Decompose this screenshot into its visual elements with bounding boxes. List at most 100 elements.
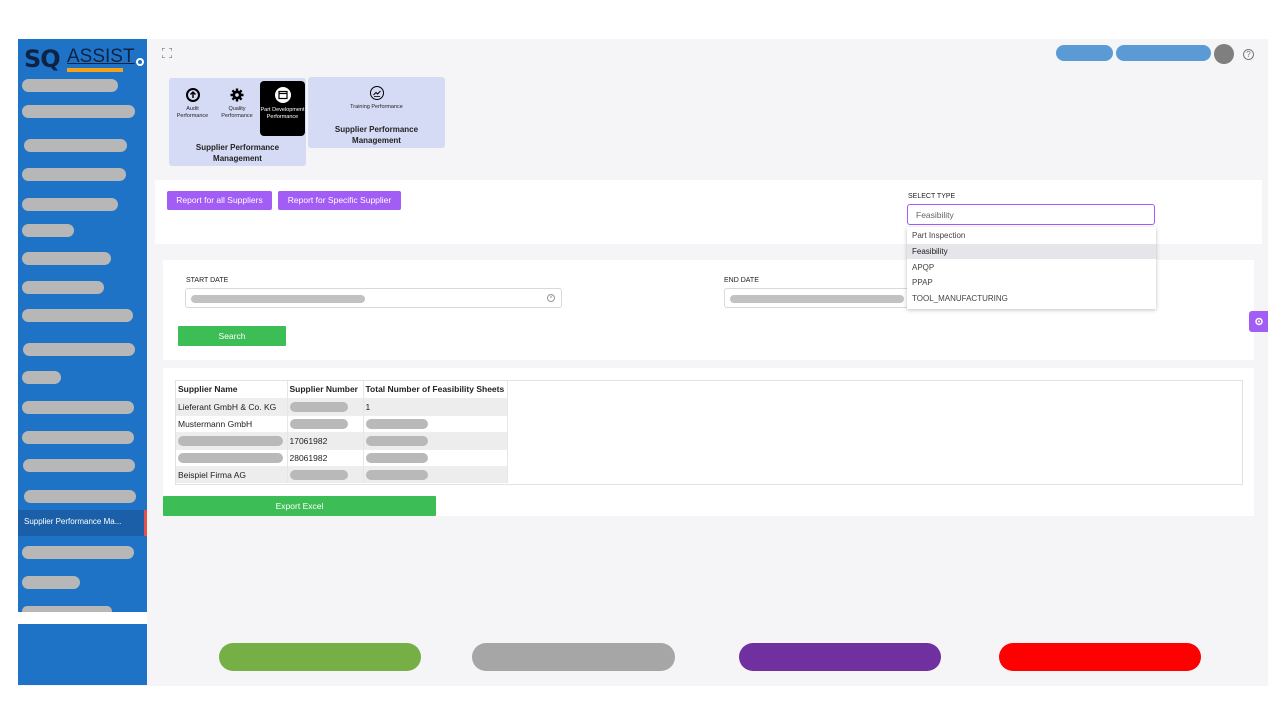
legend-pill-green [219,643,421,671]
sidebar-item-redacted[interactable] [22,431,134,444]
sidebar-item-redacted[interactable] [22,168,126,181]
table-row[interactable]: 17061982 [176,431,508,449]
redacted-value [289,401,348,412]
sidebar-item-redacted[interactable] [22,309,133,322]
sidebar-item-redacted[interactable] [24,490,136,503]
module-group-title: Supplier Performance Management [334,125,419,145]
redacted-value [289,470,348,481]
search-button[interactable]: Search [178,326,286,346]
sidebar-item-redacted[interactable] [22,281,104,294]
sidebar-item-redacted[interactable] [23,459,135,472]
redacted-value [178,435,283,446]
supplier-number-cell: 28061982 [287,448,364,466]
supplier-number-cell [287,414,364,432]
redacted-value [289,418,348,429]
module-part-development-performance[interactable]: Part Development Performance [260,81,305,136]
clear-icon[interactable]: × [547,294,555,302]
module-training-performance[interactable]: Training Performance [338,86,415,116]
total-sheets-cell: 1 [363,397,508,415]
legend-pill-red [999,643,1201,671]
total-sheets-cell [363,431,508,449]
select-type-dropdown[interactable]: Feasibility [907,204,1155,225]
upload-circle-icon [185,88,200,102]
top-menu-redacted[interactable] [1116,45,1211,61]
sidebar-item-redacted[interactable] [22,105,135,118]
report-specific-supplier-button[interactable]: Report for Specific Supplier [278,191,401,210]
top-menu-redacted[interactable] [1056,45,1113,61]
avatar[interactable] [1214,44,1234,64]
window-icon [274,87,291,103]
module-label: Training Performance [350,104,403,110]
redacted-value [178,452,283,463]
logo-sq: SQ [24,45,61,73]
logo-assist: ASSIST [67,46,135,67]
module-audit-performance[interactable]: Audit Performance [172,85,213,137]
gear-icon [1255,317,1263,326]
gear-icon [230,88,244,102]
table-row[interactable]: 28061982 [176,448,508,466]
sidebar-item-redacted[interactable] [22,79,118,92]
results-table: Supplier Name Supplier Number Total Numb… [176,381,508,483]
module-quality-performance[interactable]: Quality Performance [216,85,258,137]
sidebar-item-redacted[interactable] [22,252,111,265]
supplier-name-cell: Beispiel Firma AG [176,465,288,483]
option-tool-manufacturing[interactable]: TOOL_MANUFACTURING [907,291,1156,306]
column-header[interactable]: Supplier Number [287,381,364,398]
help-icon[interactable]: ? [1243,49,1254,60]
select-type-options: Part Inspection Feasibility APQP PPAP TO… [907,227,1156,309]
redacted-value [365,470,428,481]
table-row[interactable]: Lieferant GmbH & Co. KG 1 [176,397,508,415]
report-all-suppliers-button[interactable]: Report for all Suppliers [167,191,272,210]
sidebar-item-redacted[interactable] [22,371,61,384]
column-header[interactable]: Total Number of Feasibility Sheets [363,381,508,398]
supplier-name-cell: Lieferant GmbH & Co. KG [176,397,288,415]
sidebar-item-redacted[interactable] [23,343,135,356]
sidebar-item-redacted[interactable] [24,139,127,152]
sidebar-item-redacted[interactable] [22,401,134,414]
sidebar-item-label: Supplier Performance Ma... [24,517,122,526]
option-apqp[interactable]: APQP [907,260,1156,275]
total-sheets-cell [363,414,508,432]
sidebar-item-redacted[interactable] [22,198,118,211]
logo[interactable]: SQ ASSIST [24,45,144,73]
start-date-input[interactable]: × [185,288,562,308]
sidebar-item-redacted[interactable] [22,576,80,589]
end-date-value-redacted [730,295,904,303]
table-row[interactable]: Beispiel Firma AG [176,465,508,483]
sidebar-item-redacted[interactable] [22,224,74,237]
sidebar-gap [18,612,147,624]
fullscreen-icon[interactable] [162,48,172,58]
sidebar-item-supplier-performance[interactable]: Supplier Performance Ma... [18,510,147,536]
redacted-value [365,435,428,446]
start-date-label: START DATE [186,277,229,284]
start-date-value-redacted [191,295,365,303]
end-date-label: END DATE [724,277,759,284]
chart-line-icon [369,86,384,100]
option-feasibility[interactable]: Feasibility [907,244,1156,259]
export-excel-button[interactable]: Export Excel [163,496,436,516]
option-ppap[interactable]: PPAP [907,275,1156,290]
redacted-value [365,452,428,463]
logo-underline [67,68,123,72]
option-part-inspection[interactable]: Part Inspection [907,228,1156,243]
end-date-input[interactable] [724,288,914,308]
supplier-name-cell [176,431,288,449]
legend-pill-purple [739,643,941,671]
module-label: Audit Performance [176,106,209,119]
legend-pill-grey [472,643,675,671]
module-card-supplier-performance: Audit Performance Quality Performance Pa… [169,78,306,166]
sidebar-item-redacted[interactable] [22,546,134,559]
supplier-name-cell: Mustermann GmbH [176,414,288,432]
settings-tab[interactable] [1249,311,1268,332]
module-card-training: Training Performance Supplier Performanc… [308,77,445,148]
table-row[interactable]: Mustermann GmbH [176,414,508,432]
supplier-number-cell [287,397,364,415]
redacted-value [365,418,428,429]
column-header[interactable]: Supplier Name [176,381,288,398]
sidebar: SQ ASSIST Supplier Performance Ma... [18,39,147,685]
total-sheets-cell [363,465,508,483]
select-type-label: SELECT TYPE [908,193,956,200]
toggle-eye-icon[interactable] [136,58,144,66]
module-label: Part Development Performance [260,107,305,120]
supplier-name-cell [176,448,288,466]
